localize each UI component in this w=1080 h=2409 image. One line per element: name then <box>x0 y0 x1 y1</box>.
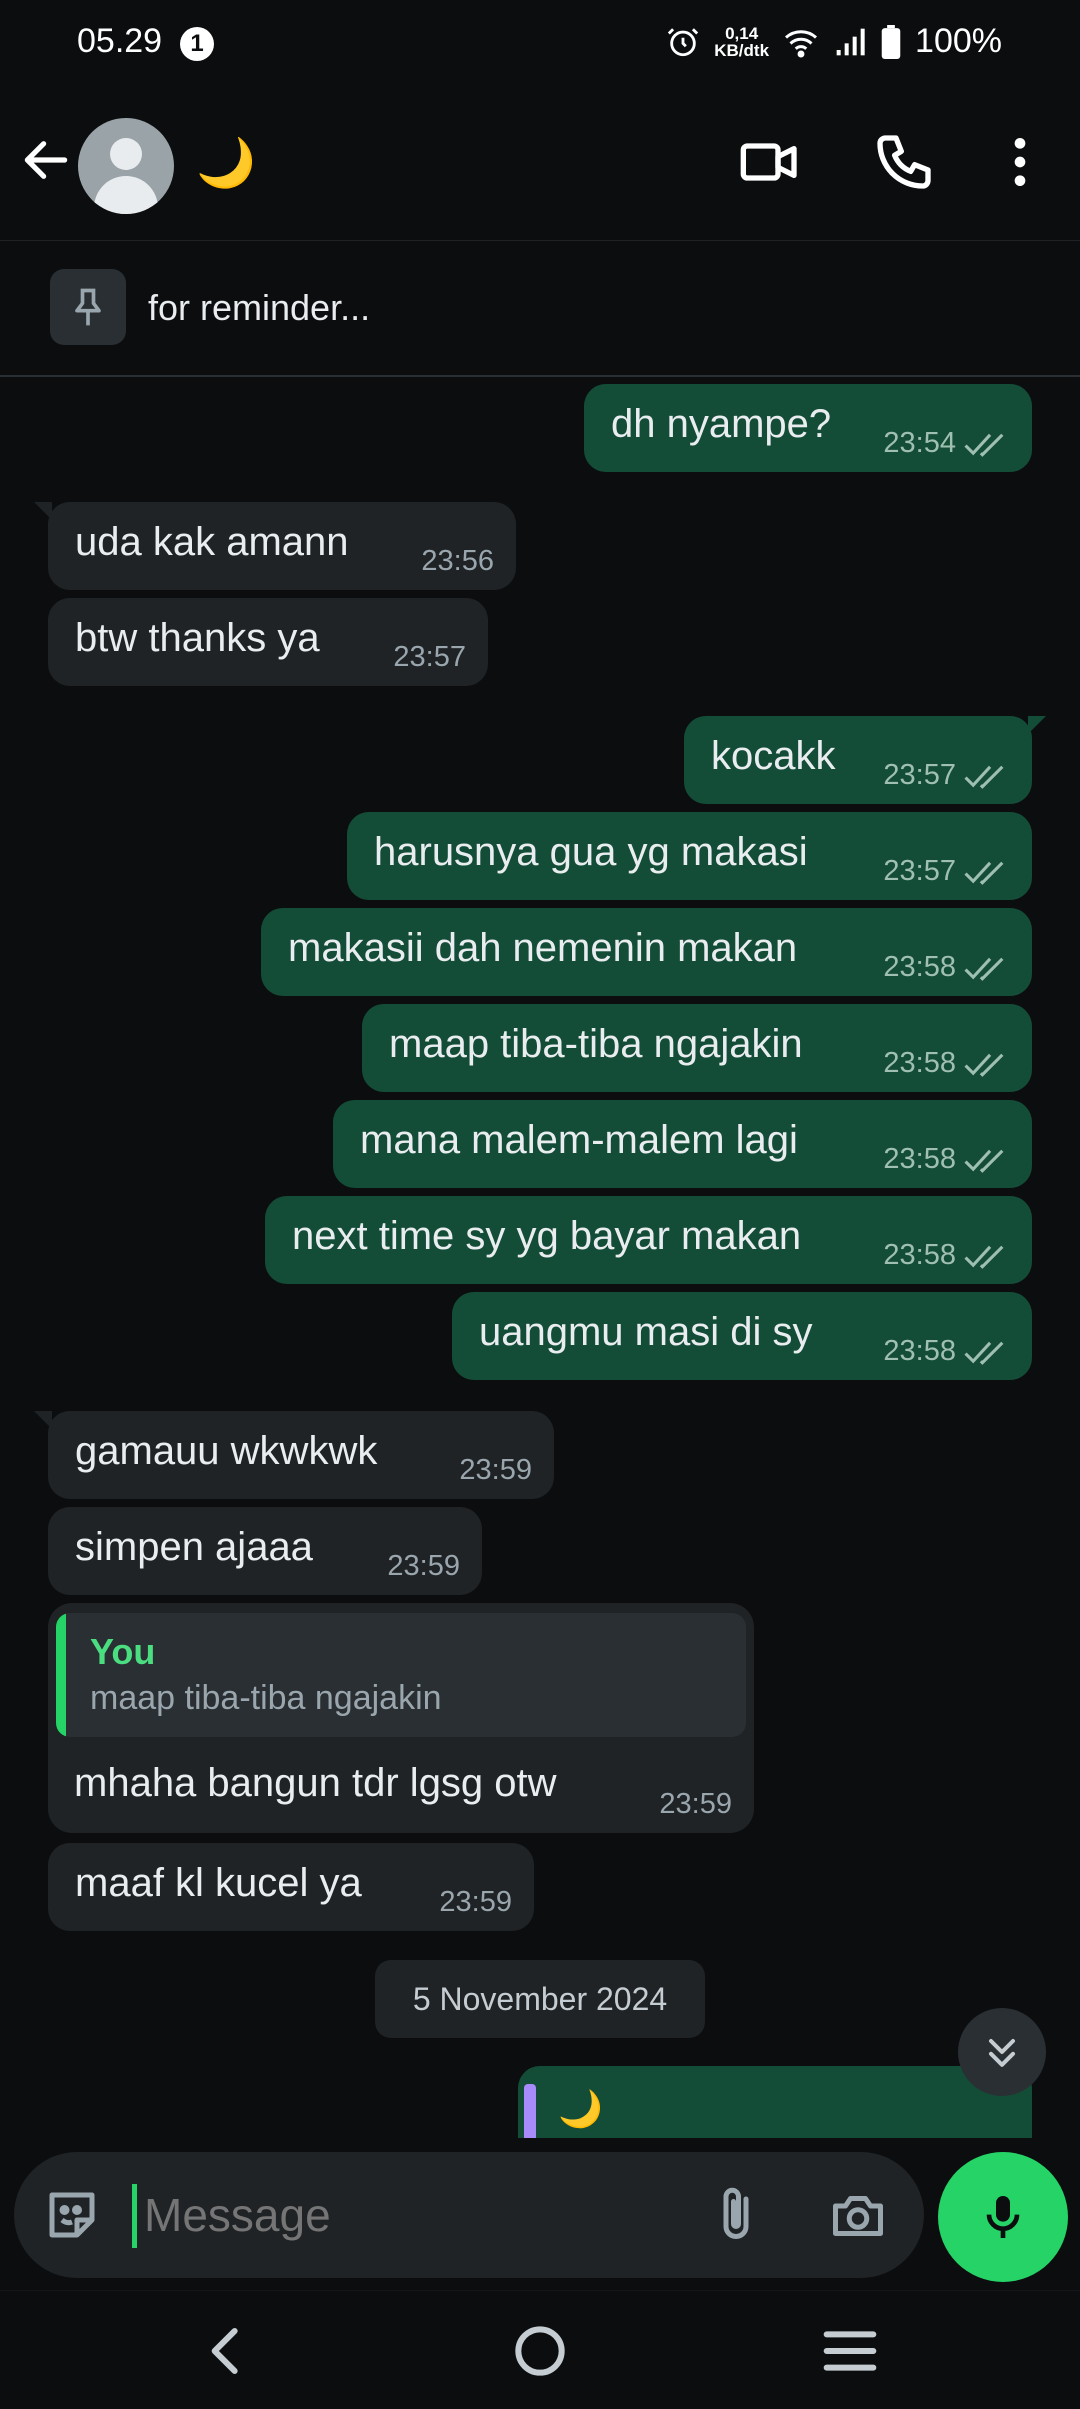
message-bubble-outgoing[interactable]: maap tiba-tiba ngajakin 23:58 <box>362 1004 1032 1092</box>
message-input[interactable] <box>144 2188 704 2242</box>
double-check-icon <box>964 1149 1004 1173</box>
quoted-author: You <box>90 1631 156 1672</box>
chat-header: 🌙 <box>0 90 1080 241</box>
status-time: 05.29 <box>77 22 163 60</box>
message-bubble-outgoing[interactable]: dh nyampe? 23:54 <box>584 384 1032 472</box>
battery-percent: 100% <box>915 22 1002 60</box>
double-check-icon <box>964 957 1004 981</box>
system-navigation-bar <box>0 2290 1080 2409</box>
message-composer <box>14 2152 924 2278</box>
double-check-icon <box>964 1341 1004 1365</box>
video-camera-icon[interactable] <box>738 130 802 194</box>
message-bubble-incoming[interactable]: simpen ajaaa 23:59 <box>48 1507 482 1595</box>
battery-icon <box>881 24 901 59</box>
contact-name[interactable]: 🌙 <box>196 134 256 191</box>
double-check-icon <box>964 861 1004 885</box>
message-bubble-outgoing[interactable]: uangmu masi di sy 23:58 <box>452 1292 1032 1380</box>
message-bubble-outgoing[interactable]: kocakk 23:57 <box>684 716 1046 804</box>
date-divider: 5 November 2024 <box>375 1960 705 2038</box>
double-check-icon <box>964 433 1004 457</box>
message-bubble-incoming[interactable]: uda kak amann 23:56 <box>34 502 516 590</box>
status-bar: 05.29 1 0,14 KB/dtk 100% <box>0 0 1080 90</box>
voice-record-button[interactable] <box>938 2152 1068 2282</box>
message-bubble-reply[interactable]: You maap tiba-tiba ngajakin mhaha bangun… <box>48 1603 754 1833</box>
pin-icon-box <box>50 269 126 345</box>
reply-text: mhaha bangun tdr lgsg otw <box>74 1761 557 1805</box>
camera-icon[interactable] <box>826 2186 890 2246</box>
text-cursor <box>132 2184 137 2248</box>
pinned-message-bar[interactable]: for reminder... <box>0 241 1080 377</box>
pin-icon <box>75 288 101 326</box>
alarm-icon <box>668 27 699 56</box>
microphone-icon <box>986 2196 1020 2238</box>
network-speed: 0,14 KB/dtk <box>714 23 770 60</box>
nav-home-icon[interactable] <box>500 2311 580 2391</box>
notification-count-badge: 1 <box>180 27 214 61</box>
wifi-icon <box>785 29 818 57</box>
nav-recents-icon[interactable] <box>810 2311 890 2391</box>
arrow-left-icon[interactable] <box>18 132 74 188</box>
phone-icon[interactable] <box>872 130 936 194</box>
double-check-icon <box>964 1245 1004 1269</box>
message-bubble-outgoing[interactable]: harusnya gua yg makasi 23:57 <box>347 812 1032 900</box>
message-bubble-incoming[interactable]: gamauu wkwkwk 23:59 <box>34 1411 554 1499</box>
message-time: 23:59 <box>659 1788 732 1820</box>
double-check-icon <box>964 765 1004 789</box>
sticker-icon[interactable] <box>42 2185 102 2245</box>
message-bubble-incoming[interactable]: btw thanks ya 23:57 <box>48 598 488 686</box>
paperclip-icon[interactable] <box>706 2184 766 2244</box>
message-bubble-incoming[interactable]: maaf kl kucel ya 23:59 <box>48 1843 534 1931</box>
status-icons: 0,14 KB/dtk 100% <box>666 22 1002 61</box>
pinned-text: for reminder... <box>148 287 371 328</box>
quoted-text: maap tiba-tiba ngajakin <box>90 1679 442 1717</box>
message-bubble-outgoing[interactable]: next time sy yg bayar makan 23:58 <box>265 1196 1032 1284</box>
chevrons-down-icon <box>988 2038 1016 2067</box>
avatar[interactable] <box>78 118 174 214</box>
nav-back-icon[interactable] <box>188 2311 268 2391</box>
message-bubble-outgoing[interactable]: makasii dah nemenin makan 23:58 <box>261 908 1032 996</box>
message-bubble-outgoing[interactable]: mana malem-malem lagi 23:58 <box>333 1100 1032 1188</box>
more-vertical-icon[interactable] <box>988 130 1052 194</box>
double-check-icon <box>964 1053 1004 1077</box>
quoted-message[interactable]: You maap tiba-tiba ngajakin <box>56 1613 746 1737</box>
scroll-to-bottom-button[interactable] <box>958 2008 1046 2096</box>
signal-icon <box>836 28 865 55</box>
message-bubble-outgoing-partial[interactable]: 🌙 <box>518 2066 1032 2138</box>
